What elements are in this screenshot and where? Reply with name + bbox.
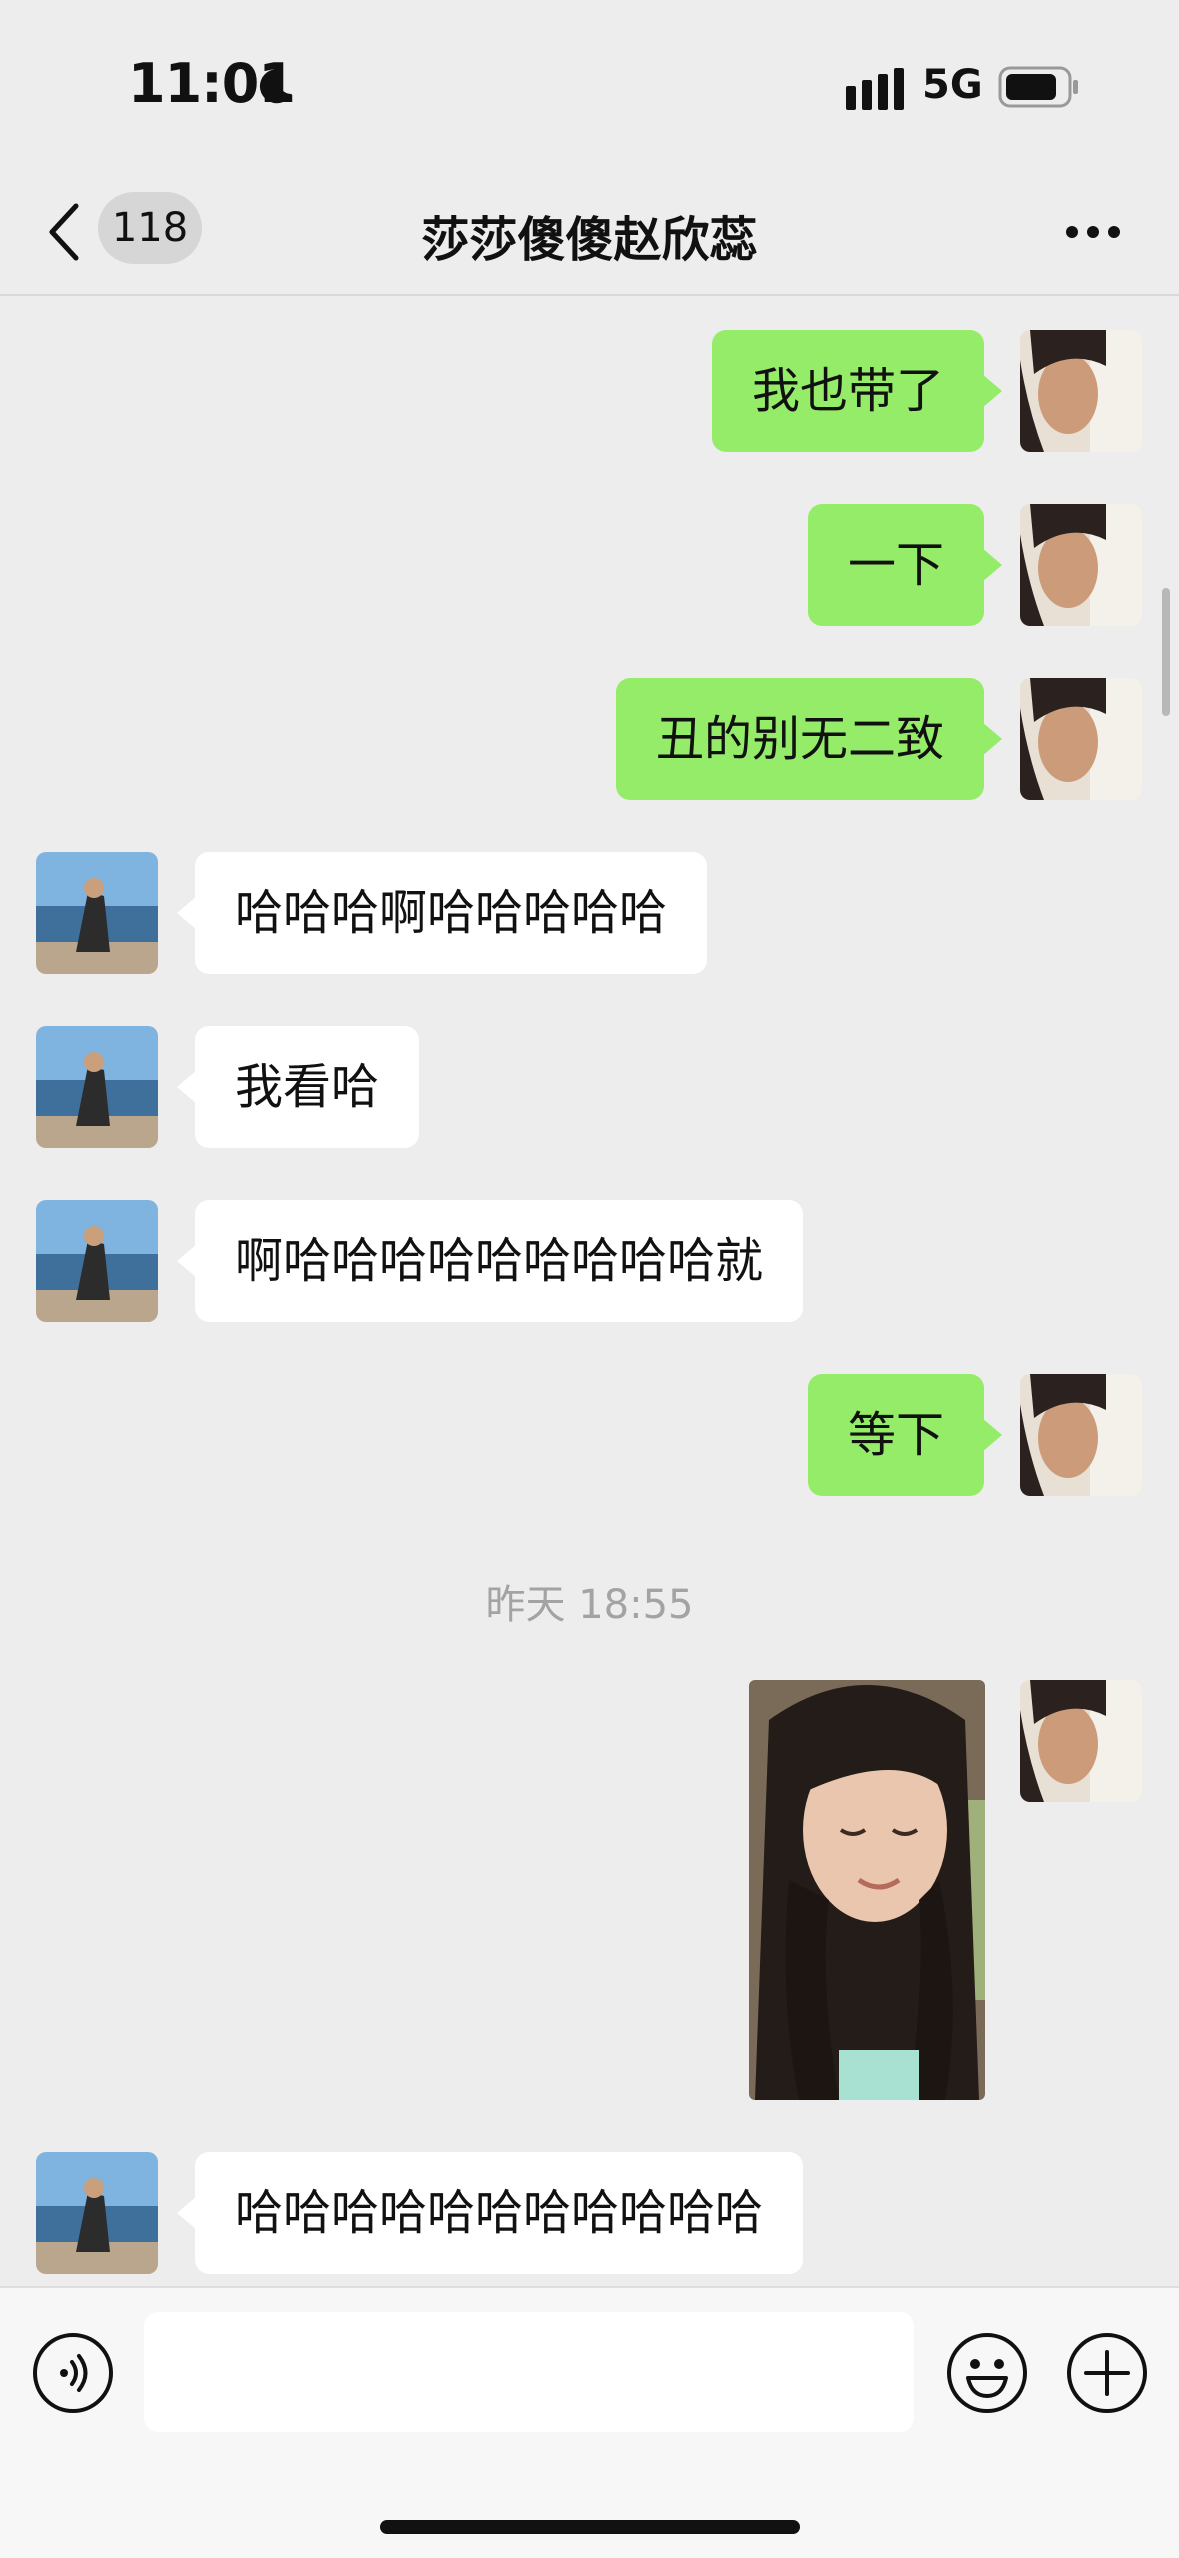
message-bubble[interactable]: 我也带了 [711,330,1003,452]
avatar[interactable] [1020,1680,1142,1802]
message-bubble[interactable]: 等下 [807,1374,1003,1496]
voice-icon[interactable] [32,2332,114,2414]
avatar[interactable] [1020,678,1142,800]
battery-icon [998,66,1078,108]
scrollbar[interactable] [1162,588,1170,716]
message-bubble[interactable]: 一下 [807,504,1003,626]
status-bar: 11:01 5G [0,0,1179,170]
emoji-icon[interactable] [946,2332,1028,2414]
timestamp: 昨天 18:55 [485,1582,694,1628]
moon-icon [259,69,292,104]
avatar[interactable] [1020,1374,1142,1496]
image-message[interactable] [749,1680,985,2100]
avatar[interactable] [36,852,158,974]
home-indicator[interactable] [380,2520,800,2534]
avatar[interactable] [1020,330,1142,452]
avatar[interactable] [36,2152,158,2274]
chat-title: 莎莎傻傻赵欣蕊 [421,212,758,268]
message-bubble[interactable]: 哈哈哈啊哈哈哈哈哈 [176,852,708,974]
message-bubble[interactable]: 我看哈 [176,1026,420,1148]
more-icon[interactable] [1064,224,1122,240]
avatar[interactable] [36,1200,158,1322]
message-bubble[interactable]: 丑的别无二致 [615,678,1003,800]
message-input[interactable] [144,2312,914,2432]
message-list[interactable]: 我也带了 一下 丑的别无二致 哈哈哈啊哈哈哈哈哈 我看哈 啊哈哈哈哈哈哈哈哈哈就… [0,296,1179,2286]
avatar[interactable] [36,1026,158,1148]
avatar[interactable] [1020,504,1142,626]
signal-icon [846,68,904,110]
message-bubble[interactable]: 啊哈哈哈哈哈哈哈哈哈就 [176,1200,804,1322]
chat-header: 118 莎莎傻傻赵欣蕊 [0,170,1179,296]
network-type: 5G [922,62,983,108]
message-bubble[interactable]: 哈哈哈哈哈哈哈哈哈哈哈 [176,2152,804,2274]
plus-icon[interactable] [1066,2332,1148,2414]
input-bar [0,2286,1179,2558]
